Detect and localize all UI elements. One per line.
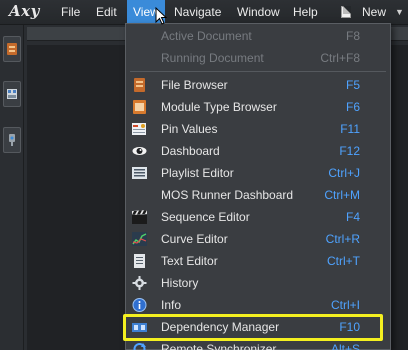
menu-item-shortcut: Ctrl+F8	[320, 51, 360, 65]
menu-item-label: Sequence Editor	[161, 210, 250, 224]
file-browser-icon	[134, 78, 145, 92]
file-browser-icon	[7, 43, 17, 55]
menu-item-playlist-editor[interactable]: Playlist Editor Ctrl+J	[126, 162, 390, 184]
menu-item-dashboard[interactable]: Dashboard F12	[126, 140, 390, 162]
menu-item-label: Active Document	[161, 29, 252, 43]
menu-item-file-browser[interactable]: File Browser F5	[126, 74, 390, 96]
menu-separator	[130, 71, 386, 72]
menu-item-shortcut: F8	[345, 29, 360, 43]
menu-item-shortcut: Ctrl+R	[325, 232, 360, 246]
remote-device-icon	[9, 134, 15, 146]
menu-item-label: File Browser	[161, 78, 228, 92]
menu-item-module-type-browser[interactable]: Module Type Browser F6	[126, 96, 390, 118]
menu-item-shortcut: F6	[345, 100, 360, 114]
menu-item-label: Module Type Browser	[161, 100, 277, 114]
menu-item-label: Info	[161, 298, 182, 312]
menu-item-shortcut: F12	[339, 144, 360, 158]
clapperboard-icon	[132, 210, 147, 224]
menu-item-history[interactable]: History	[126, 272, 390, 294]
menu-item-shortcut: Ctrl+T	[327, 254, 360, 268]
menu-item-label: Text Editor	[161, 254, 218, 268]
menu-item-label: Dashboard	[161, 144, 220, 158]
menu-item-label: MOS Runner Dashboard	[161, 188, 294, 202]
menu-item-shortcut: F4	[345, 210, 360, 224]
sync-icon	[133, 343, 146, 350]
menu-item-sequence-editor[interactable]: Sequence Editor F4	[126, 206, 390, 228]
menu-item-label: Pin Values	[161, 122, 218, 136]
menu-item-shortcut: Ctrl+J	[328, 166, 360, 180]
menu-file[interactable]: File	[55, 0, 86, 24]
view-menu-dropdown: Active Document F8 Running Document Ctrl…	[123, 23, 391, 350]
menu-item-active-document[interactable]: Active Document F8	[126, 25, 390, 47]
new-label: New	[362, 5, 387, 19]
toolbar-file-browser-button[interactable]	[3, 36, 21, 62]
menu-bar: Axy File Edit View Navigate Window Help …	[0, 0, 408, 25]
text-document-icon	[134, 254, 145, 268]
menu-window[interactable]: Window	[231, 0, 286, 24]
menu-item-running-document[interactable]: Running Document Ctrl+F8	[126, 47, 390, 69]
menu-item-shortcut: F5	[345, 78, 360, 92]
menu-item-label: History	[161, 276, 199, 290]
toolbar-dashboard-button[interactable]	[3, 81, 21, 107]
menu-item-info[interactable]: Info Ctrl+I	[126, 294, 390, 316]
menu-item-shortcut: F11	[340, 122, 360, 136]
menu-item-mos-runner-dashboard[interactable]: MOS Runner Dashboard Ctrl+M	[126, 184, 390, 206]
menu-item-text-editor[interactable]: Text Editor Ctrl+T	[126, 250, 390, 272]
new-document-icon	[341, 6, 351, 18]
info-icon	[132, 298, 147, 312]
menu-item-label: Playlist Editor	[161, 166, 234, 180]
left-toolbar	[0, 25, 24, 350]
pin-values-icon	[132, 123, 146, 135]
app-logo: Axy	[9, 2, 40, 20]
menu-item-shortcut: Ctrl+I	[330, 298, 360, 312]
module-type-browser-icon	[133, 100, 146, 114]
menu-item-shortcut: Ctrl+M	[324, 188, 360, 202]
menu-help[interactable]: Help	[287, 0, 324, 24]
gear-icon	[132, 276, 147, 290]
menu-item-curve-editor[interactable]: Curve Editor Ctrl+R	[126, 228, 390, 250]
eye-icon	[132, 147, 147, 155]
dashboard-icon	[7, 89, 17, 99]
info-highlight-box	[123, 314, 383, 341]
menu-item-label: Curve Editor	[161, 232, 228, 246]
toolbar-remote-button[interactable]	[3, 127, 21, 153]
playlist-icon	[132, 167, 147, 179]
chevron-down-icon: ▼	[395, 7, 404, 17]
menu-navigate[interactable]: Navigate	[168, 0, 227, 24]
menu-item-label: Running Document	[161, 51, 264, 65]
menu-item-pin-values[interactable]: Pin Values F11	[126, 118, 390, 140]
curve-icon	[132, 232, 147, 246]
mouse-cursor-icon	[155, 7, 167, 25]
menu-edit[interactable]: Edit	[90, 0, 123, 24]
